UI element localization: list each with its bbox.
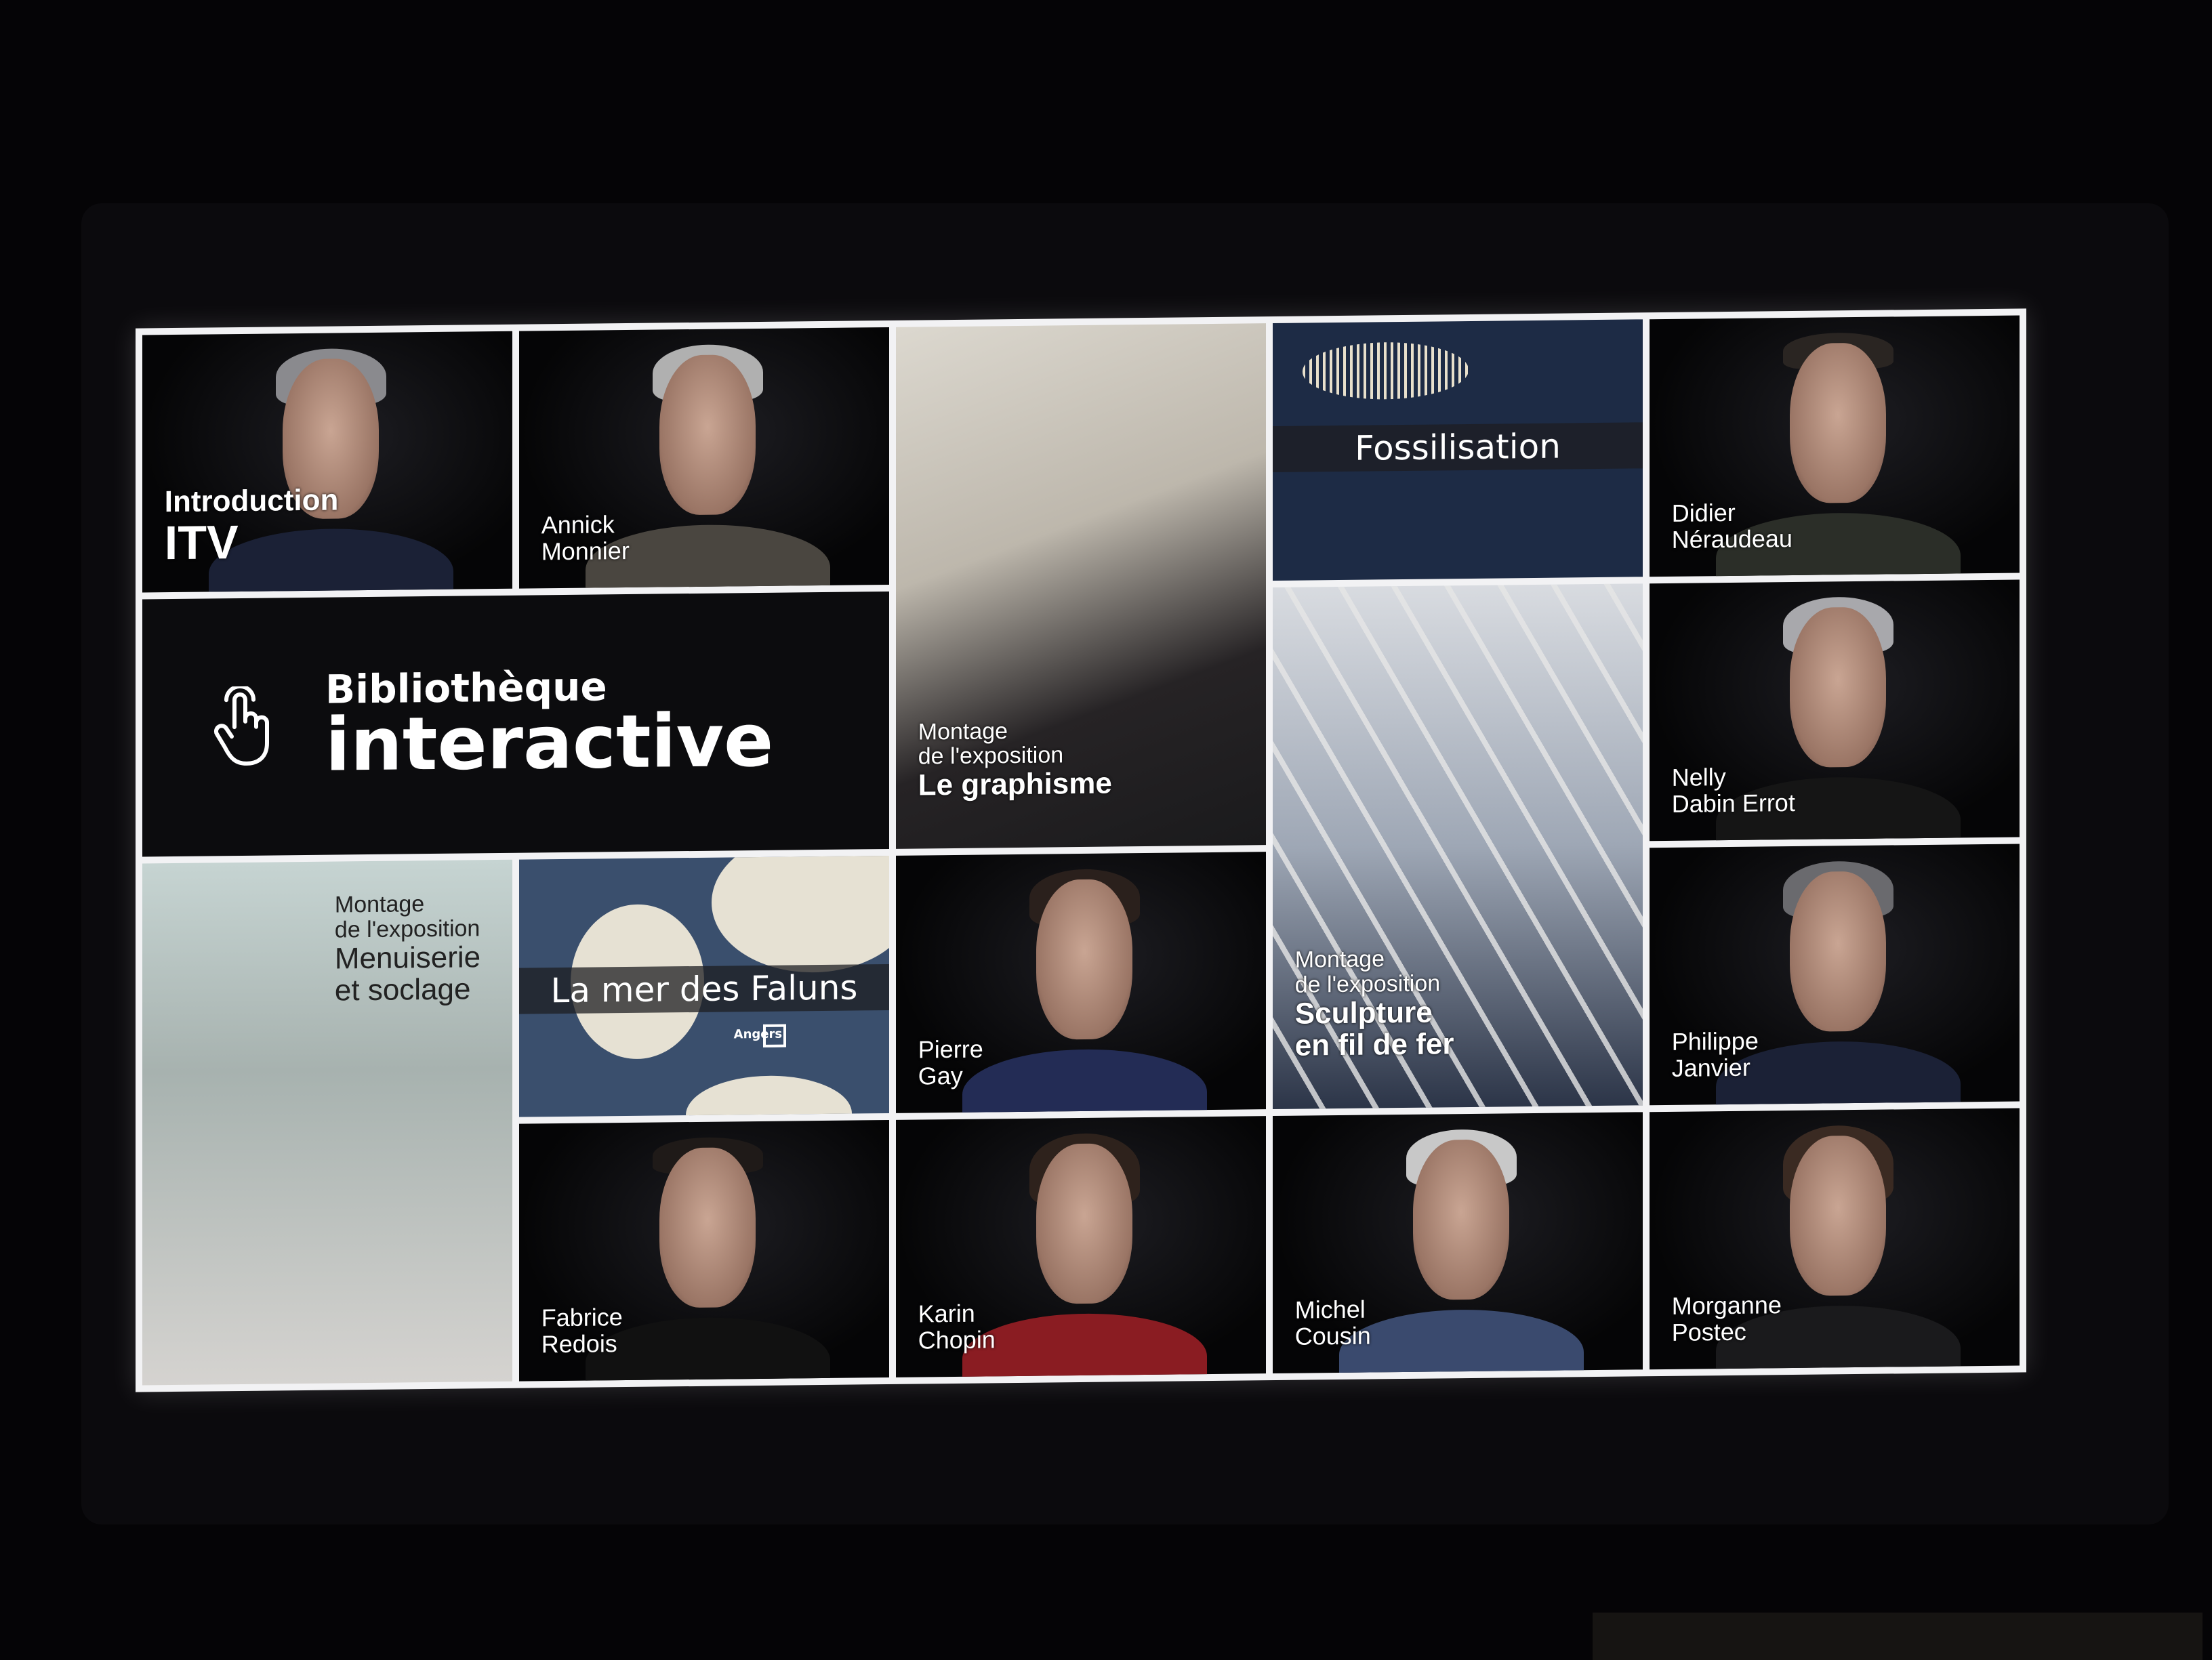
first-name: Fabrice <box>541 1303 623 1332</box>
tile-pierre-gay[interactable]: Pierre Gay <box>896 852 1266 1113</box>
last-name: Monnier <box>541 536 630 566</box>
tile-title: interactive <box>325 698 774 788</box>
last-name: Cousin <box>1294 1321 1371 1350</box>
fish-fossil-image <box>1302 341 1469 400</box>
last-name: Postec <box>1671 1317 1746 1346</box>
tile-title: Le graphisme <box>918 766 1112 802</box>
tile-label: Introduction <box>164 483 339 518</box>
touch-hand-icon <box>213 686 269 766</box>
last-name: Chopin <box>918 1325 996 1354</box>
first-name: Morganne <box>1671 1291 1782 1320</box>
tile-morganne-postec[interactable]: Morganne Postec <box>1650 1108 2020 1370</box>
tile-nelly-dabin-errot[interactable]: Nelly Dabin Errot <box>1650 579 2020 842</box>
tile-mer-des-faluns[interactable]: La mer des Faluns Angers <box>519 855 889 1117</box>
tile-philippe-janvier[interactable]: Philippe Janvier <box>1650 844 2020 1106</box>
first-name: Michel <box>1294 1295 1366 1324</box>
last-name: Janvier <box>1671 1053 1750 1082</box>
tile-title: ITV <box>164 516 239 570</box>
tile-label: Montage <box>1294 946 1385 973</box>
tile-michel-cousin[interactable]: Michel Cousin <box>1273 1112 1643 1374</box>
tile-montage-sculpture[interactable]: Montage de l'exposition Sculpture en fil de… <box>1273 583 1643 1110</box>
tile-fossilisation[interactable]: Fossilisation <box>1273 319 1643 581</box>
first-name: Didier <box>1671 498 1736 527</box>
tile-karin-chopin[interactable]: Karin Chopin <box>896 1116 1266 1377</box>
tile-sublabel: de l'exposition <box>918 742 1064 770</box>
tile-didier-neraudeau[interactable]: Didier Néraudeau <box>1650 315 2020 577</box>
first-name: Nelly <box>1671 763 1726 791</box>
last-name: Redois <box>541 1329 617 1358</box>
first-name: Annick <box>541 510 615 539</box>
tile-title: La mer des Faluns <box>519 963 889 1014</box>
tile-title: Menuiserie <box>334 940 481 976</box>
display-stand <box>1593 1613 2203 1660</box>
tile-label: Montage <box>334 891 425 918</box>
tile-annick-monnier[interactable]: Annick Monnier <box>519 327 889 589</box>
tile-bibliotheque-interactive[interactable]: Bibliothèque interactive <box>142 591 889 857</box>
last-name: Dabin Errot <box>1671 788 1795 818</box>
tile-sublabel: de l'exposition <box>334 915 480 943</box>
tile-fabrice-redois[interactable]: Fabrice Redois <box>519 1119 889 1382</box>
first-name: Pierre <box>918 1035 983 1064</box>
tile-label: Montage <box>918 718 1008 745</box>
map-location-marker <box>763 1024 787 1047</box>
first-name: Philippe <box>1671 1026 1759 1056</box>
tile-montage-graphisme[interactable]: Montage de l'exposition Le graphisme <box>896 323 1266 849</box>
last-name: Néraudeau <box>1671 524 1793 554</box>
tile-title: Sculpture <box>1294 995 1433 1031</box>
interactive-library-screen: Introduction ITV Annick Monnier Montage de … <box>136 308 2026 1392</box>
last-name: Gay <box>918 1061 963 1090</box>
tile-montage-menuiserie[interactable]: Montage de l'exposition Menuiserie et socla… <box>142 859 512 1386</box>
first-name: Karin <box>918 1299 975 1328</box>
tile-sublabel: de l'exposition <box>1294 970 1441 998</box>
tile-title-2: en fil de fer <box>1294 1027 1454 1062</box>
tile-title-2: et soclage <box>334 972 471 1008</box>
tile-introduction-itv[interactable]: Introduction ITV <box>142 331 512 593</box>
tile-title: Fossilisation <box>1273 422 1643 473</box>
